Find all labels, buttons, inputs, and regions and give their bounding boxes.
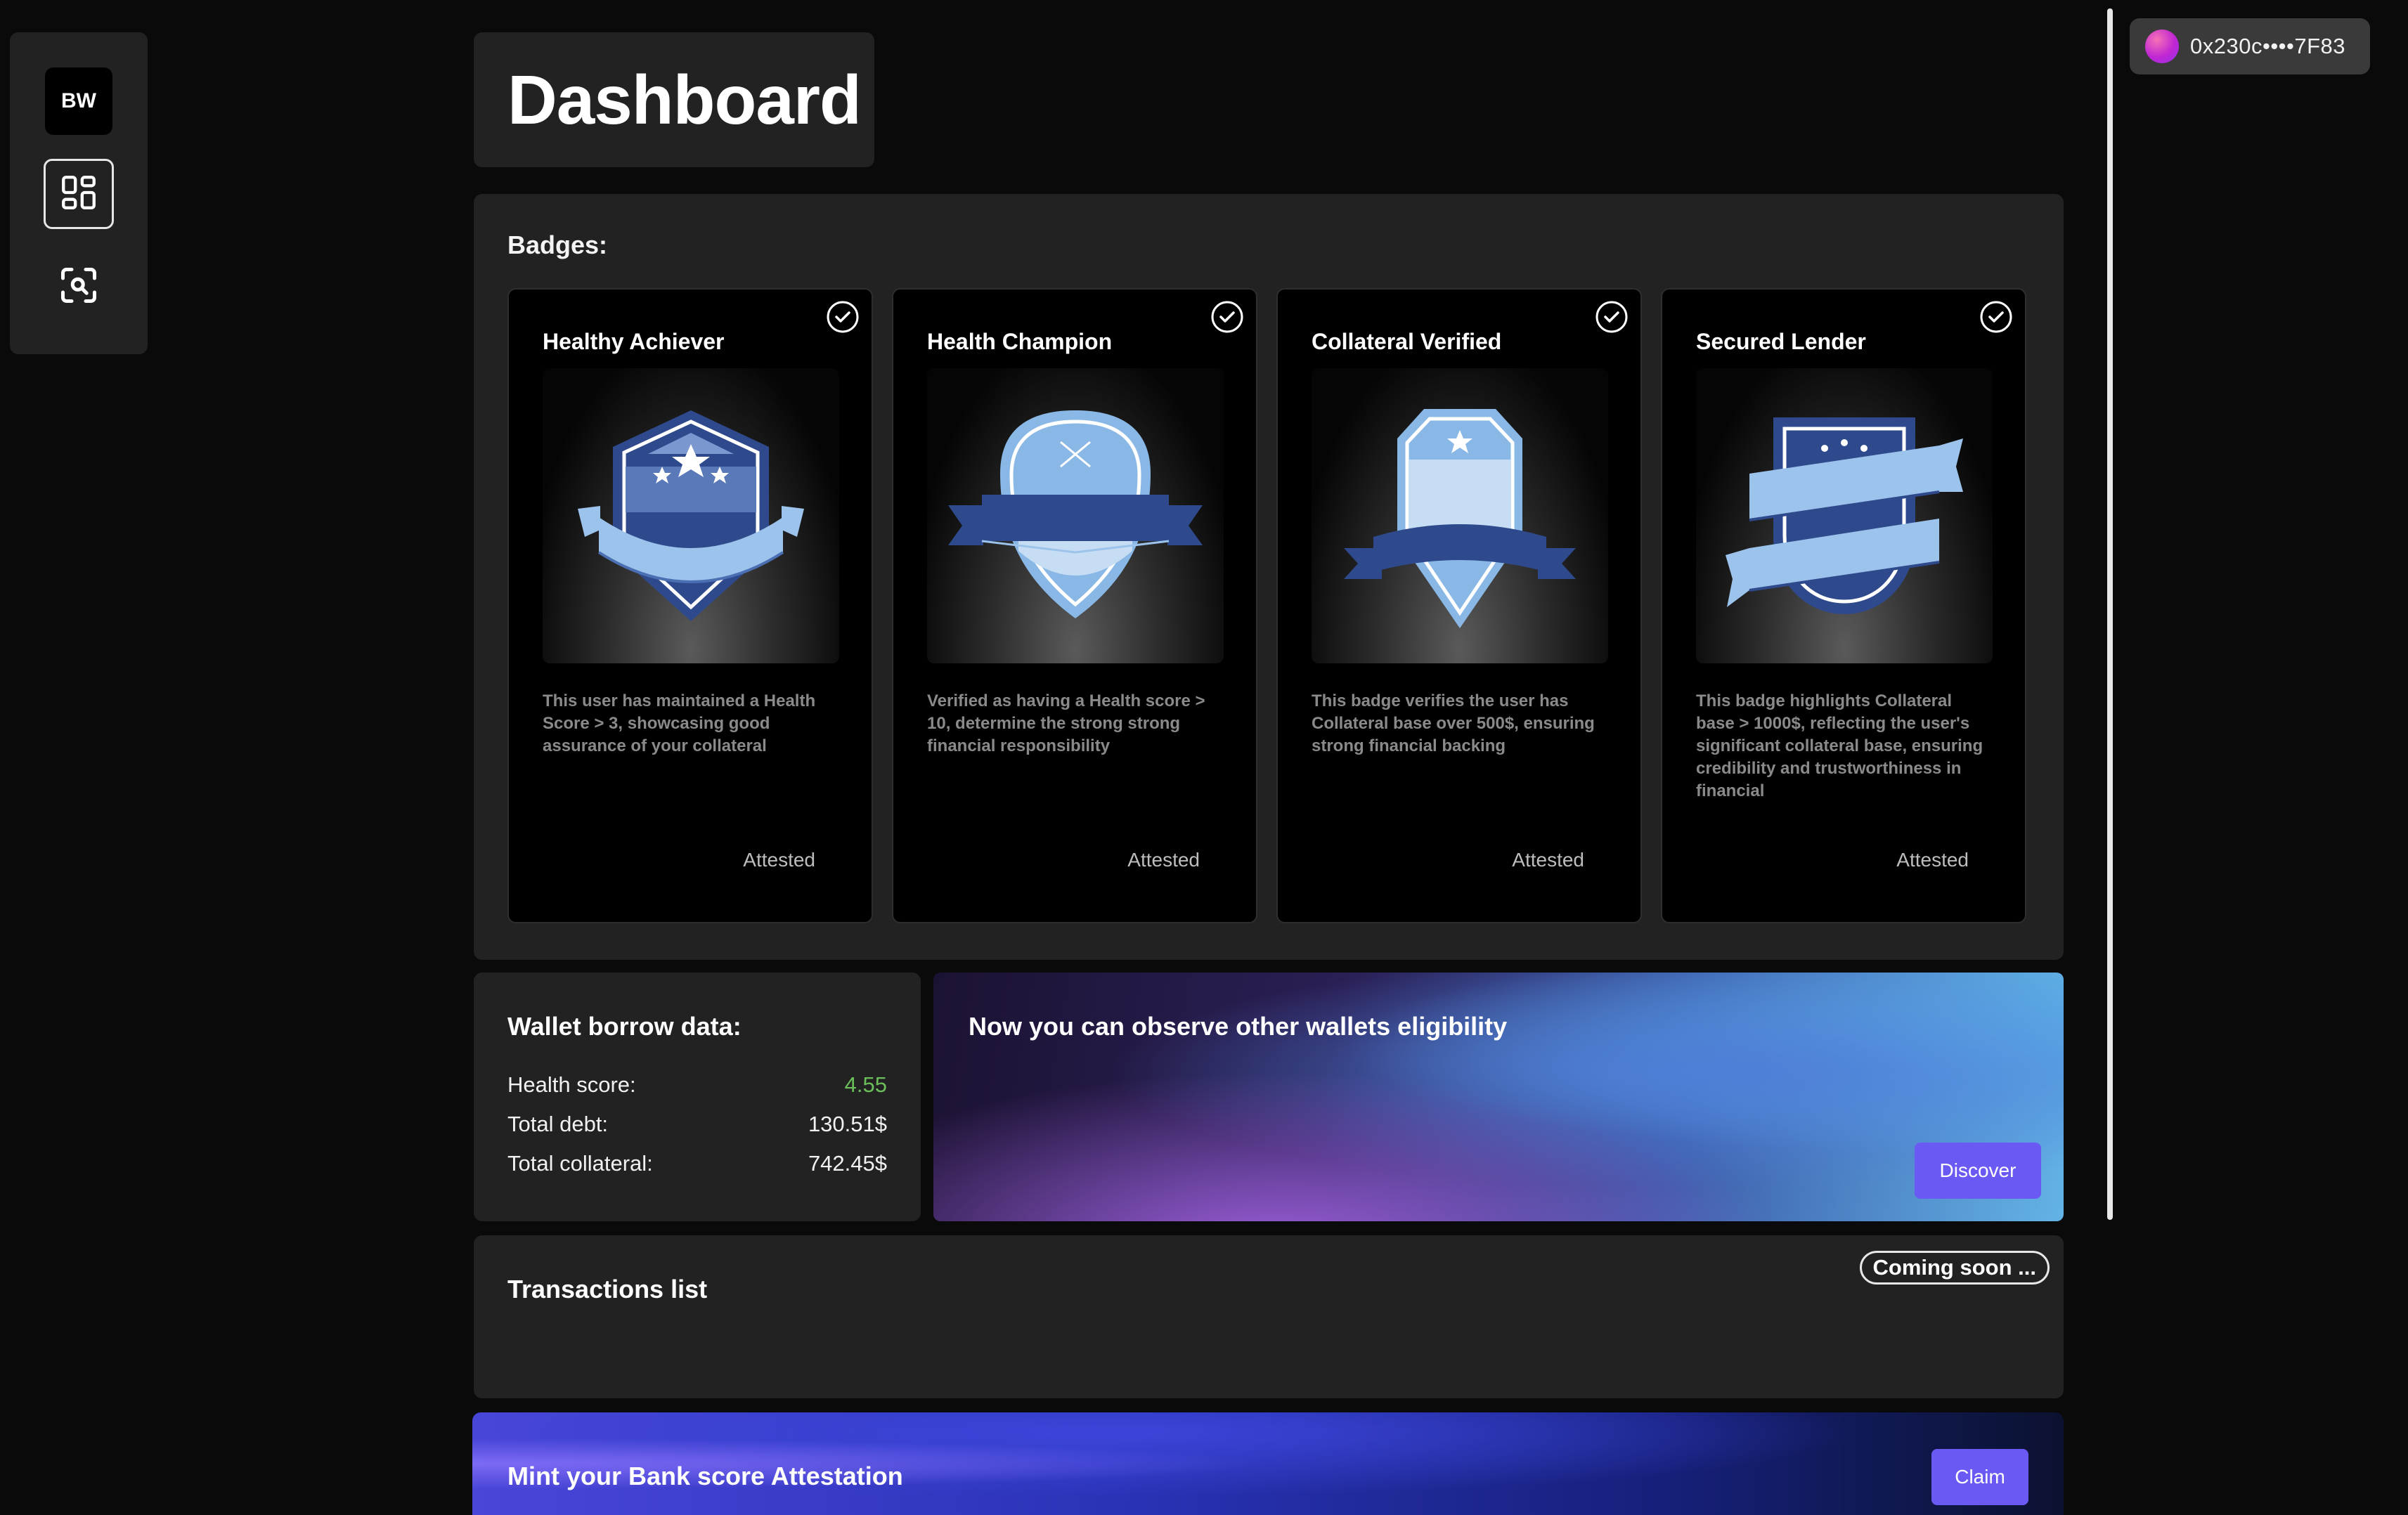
badge-description: This badge highlights Collateral base > … bbox=[1696, 691, 1983, 800]
crest-star-badge-icon bbox=[1312, 368, 1608, 663]
badge-description: Verified as having a Health score > 10, … bbox=[927, 691, 1205, 755]
total-collateral-row: Total collateral: 742.45$ bbox=[507, 1151, 887, 1176]
nav-scan-button[interactable] bbox=[44, 252, 114, 322]
check-circle-icon bbox=[1595, 301, 1628, 333]
total-collateral-value: 742.45$ bbox=[808, 1151, 887, 1176]
borrow-title: Wallet borrow data: bbox=[507, 1012, 742, 1041]
page-title-card: Dashboard bbox=[474, 32, 874, 167]
avatar bbox=[2145, 30, 2179, 63]
badge-status: Attested bbox=[743, 849, 815, 871]
check-circle-icon bbox=[1211, 301, 1243, 333]
total-debt-value: 130.51$ bbox=[808, 1112, 887, 1136]
badge-name: Secured Lender bbox=[1696, 329, 1866, 354]
sidebar: BW bbox=[10, 32, 148, 354]
health-score-row: Health score: 4.55 bbox=[507, 1072, 887, 1098]
shield-stars-badge-icon bbox=[543, 368, 839, 663]
check-circle-icon bbox=[1980, 301, 2012, 333]
transactions-card: Transactions list Coming soon ... bbox=[474, 1235, 2064, 1398]
badge-status: Attested bbox=[1896, 849, 1969, 871]
badge-card[interactable]: Healthy Achiever This user has maintaine… bbox=[507, 288, 873, 923]
total-debt-row: Total debt: 130.51$ bbox=[507, 1112, 887, 1137]
claim-button[interactable]: Claim bbox=[1931, 1449, 2028, 1505]
mint-attestation-card: Mint your Bank score Attestation Claim bbox=[472, 1412, 2064, 1515]
shield-ribbons-badge-icon bbox=[1696, 368, 1993, 663]
discover-promo-card: Now you can observe other wallets eligib… bbox=[933, 973, 2064, 1221]
row-label: Health score: bbox=[507, 1072, 636, 1097]
badge-description: This user has maintained a Health Score … bbox=[543, 691, 816, 755]
badge-card[interactable]: Health Champion Verified as having a Hea… bbox=[892, 288, 1257, 923]
scrollbar[interactable] bbox=[2107, 8, 2113, 1220]
transactions-title: Transactions list bbox=[507, 1275, 708, 1303]
wallet-borrow-card: Wallet borrow data: Health score: 4.55 T… bbox=[474, 973, 921, 1221]
round-shield-banner-badge-icon bbox=[927, 368, 1224, 663]
badges-panel: Badges: Healthy Achiever This user has m… bbox=[474, 194, 2064, 960]
page-title: Dashboard bbox=[507, 60, 862, 138]
row-label: Total collateral: bbox=[507, 1151, 653, 1176]
badge-status: Attested bbox=[1512, 849, 1584, 871]
badge-name: Health Champion bbox=[927, 329, 1113, 354]
promo-title: Now you can observe other wallets eligib… bbox=[969, 1012, 1508, 1041]
check-circle-icon bbox=[827, 301, 859, 333]
badge-card[interactable]: Secured Lender This badge highlights Col… bbox=[1661, 288, 2026, 923]
badge-card[interactable]: Collateral Verified This badge verifies … bbox=[1276, 288, 1642, 923]
badge-name: Healthy Achiever bbox=[543, 329, 725, 354]
nav-dashboard-button[interactable] bbox=[44, 159, 114, 229]
badges-title: Badges: bbox=[507, 230, 608, 259]
discover-button[interactable]: Discover bbox=[1915, 1143, 2041, 1199]
app-logo[interactable]: BW bbox=[45, 67, 112, 135]
health-score-value: 4.55 bbox=[844, 1072, 887, 1097]
dashboard-grid-icon bbox=[58, 172, 99, 216]
wallet-button[interactable]: 0x230c••••7F83 bbox=[2130, 18, 2370, 74]
mint-title: Mint your Bank score Attestation bbox=[507, 1462, 903, 1490]
badge-description: This badge verifies the user has Collate… bbox=[1312, 691, 1595, 755]
badge-name: Collateral Verified bbox=[1312, 329, 1502, 354]
badge-status: Attested bbox=[1127, 849, 1200, 871]
scan-search-icon bbox=[58, 264, 100, 310]
wallet-address: 0x230c••••7F83 bbox=[2190, 34, 2346, 58]
coming-soon-badge: Coming soon ... bbox=[1859, 1251, 2050, 1285]
row-label: Total debt: bbox=[507, 1112, 609, 1136]
